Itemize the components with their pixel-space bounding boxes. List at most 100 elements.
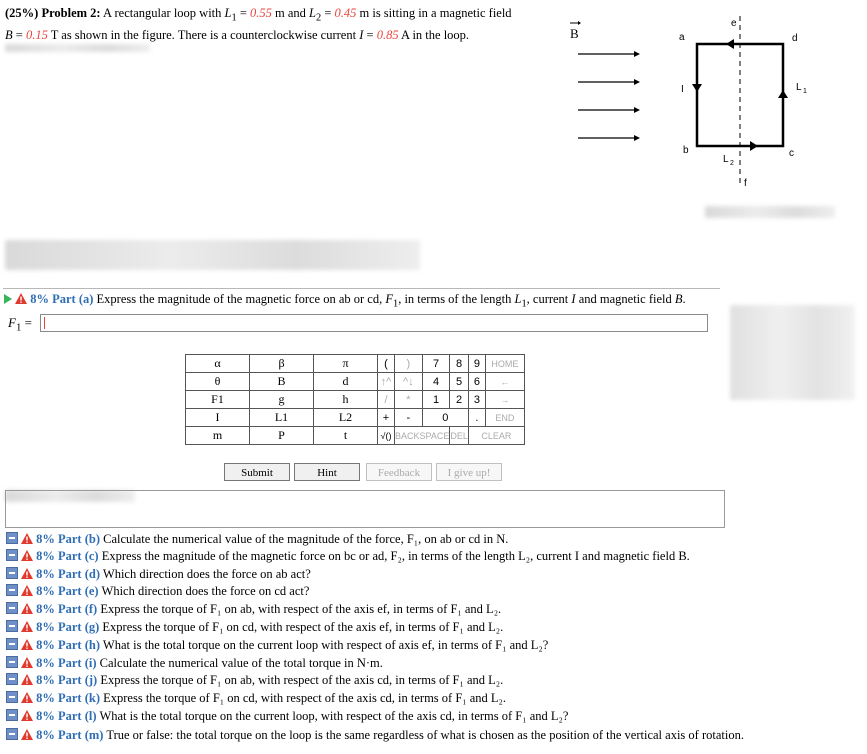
collapse-icon[interactable] (6, 691, 18, 703)
key-left-arrow[interactable]: ← (484, 372, 525, 391)
key-divide[interactable]: / (377, 390, 395, 409)
key-8[interactable]: 8 (449, 354, 469, 373)
warning-icon (21, 692, 33, 703)
collapse-icon[interactable] (6, 728, 18, 740)
key-home[interactable]: HOME (484, 354, 525, 373)
warning-icon (21, 585, 33, 596)
symbol-key[interactable]: t (313, 426, 378, 445)
symbol-key[interactable]: P (249, 426, 314, 445)
key-7[interactable]: 7 (421, 354, 451, 373)
symbol-key[interactable]: L2 (313, 408, 378, 427)
give-up-button[interactable]: I give up! (436, 463, 502, 481)
key-power[interactable]: ↑^ (377, 372, 395, 391)
problem-text: T as shown in the figure. There is a cou… (50, 27, 357, 42)
arrow-down (692, 84, 702, 92)
part-item[interactable]: 8% Part (b) Calculate the numerical valu… (6, 531, 508, 547)
key-dot[interactable]: . (467, 408, 486, 427)
symbol-key[interactable]: g (249, 390, 314, 409)
symbol-key[interactable]: L1 (249, 408, 314, 427)
part-text: True or false: the total torque on the l… (106, 728, 744, 742)
answer-label: F1 = (8, 315, 32, 334)
key-right-arrow[interactable]: → (484, 390, 525, 409)
feedback-button[interactable]: Feedback (366, 463, 432, 481)
key-backspace[interactable]: BACKSPACE (393, 426, 451, 445)
symbol-key[interactable]: β (249, 354, 314, 373)
part-item[interactable]: 8% Part (i) Calculate the numerical valu… (6, 655, 383, 671)
part-item[interactable]: 8% Part (j) Express the torque of F₁ on … (6, 672, 503, 688)
symbol-key[interactable]: B (249, 372, 314, 391)
hint-button[interactable]: Hint (294, 463, 360, 481)
L2-sub: 2 (315, 12, 322, 24)
key-5[interactable]: 5 (449, 372, 469, 391)
part-item[interactable]: 8% Part (k) Express the torque of F₁ on … (6, 690, 506, 706)
part-a-line[interactable]: 8% Part (a) Express the magnitude of the… (4, 291, 686, 313)
expand-triangle-icon[interactable] (4, 294, 12, 304)
answer-F-sub: 1 (15, 321, 22, 334)
symbol-key[interactable]: h (313, 390, 378, 409)
collapse-icon[interactable] (6, 620, 18, 632)
symbol-key[interactable]: α (185, 354, 250, 373)
key-minus[interactable]: - (394, 408, 423, 427)
part-item[interactable]: 8% Part (c) Express the magnitude of the… (6, 548, 690, 564)
part-a-text: . (682, 292, 686, 306)
answer-input[interactable] (40, 314, 708, 332)
part-item[interactable]: 8% Part (f) Express the torque of F₁ on … (6, 601, 501, 617)
collapse-icon[interactable] (6, 638, 18, 650)
key-open-paren[interactable]: ( (377, 354, 395, 373)
part-item[interactable]: 8% Part (e) Which direction does the for… (6, 583, 309, 599)
key-3[interactable]: 3 (467, 390, 486, 409)
submit-button[interactable]: Submit (224, 463, 290, 481)
key-close-paren[interactable]: ) (394, 354, 423, 373)
collapse-icon[interactable] (6, 567, 18, 579)
key-clear[interactable]: CLEAR (467, 426, 525, 445)
part-item[interactable]: 8% Part (h) What is the total torque on … (6, 637, 548, 653)
part-label: 8% Part (d) (36, 567, 100, 581)
collapse-icon[interactable] (6, 709, 18, 721)
symbol-key[interactable]: I (185, 408, 250, 427)
part-item[interactable]: 8% Part (l) What is the total torque on … (6, 708, 568, 724)
key-2[interactable]: 2 (449, 390, 469, 409)
key-9[interactable]: 9 (467, 354, 486, 373)
part-item[interactable]: 8% Part (m) True or false: the total tor… (6, 727, 744, 743)
collapse-icon[interactable] (6, 673, 18, 685)
warning-icon (21, 603, 33, 614)
part-a-text: Express the magnitude of the magnetic fo… (96, 292, 383, 306)
symbol-key[interactable]: F1 (185, 390, 250, 409)
collapse-icon[interactable] (6, 549, 18, 561)
key-plus[interactable]: + (377, 408, 395, 427)
key-0[interactable]: 0 (421, 408, 469, 427)
arrow-up (778, 90, 788, 98)
label-L2-sub: 2 (730, 160, 734, 167)
key-1[interactable]: 1 (421, 390, 451, 409)
key-6[interactable]: 6 (467, 372, 486, 391)
part-a-text: and magnetic field (578, 292, 672, 306)
current-loop (695, 42, 785, 148)
part-label: 8% Part (c) (36, 549, 99, 563)
symbol-key[interactable]: m (185, 426, 250, 445)
part-text: Express the torque of F₁ on ab, with res… (100, 673, 504, 687)
part-label: 8% Part (m) (36, 728, 104, 742)
key-del[interactable]: DEL (449, 426, 469, 445)
label-I: I (681, 84, 684, 95)
collapse-icon[interactable] (6, 602, 18, 614)
collapse-icon[interactable] (6, 584, 18, 596)
symbol-key[interactable]: d (313, 372, 378, 391)
key-4[interactable]: 4 (421, 372, 451, 391)
key-end[interactable]: END (484, 408, 525, 427)
symbol-palette: α β π θ B d F1 g h I L1 L2 m P t (185, 354, 378, 445)
part-item[interactable]: 8% Part (d) Which direction does the for… (6, 566, 311, 582)
B-vector-label: B (570, 26, 579, 41)
key-subscript[interactable]: ^↓ (394, 372, 423, 391)
arrow-left (726, 39, 734, 49)
L2-value: 0.45 (334, 6, 357, 20)
key-sqrt[interactable]: √() (377, 426, 395, 445)
collapse-icon[interactable] (6, 532, 18, 544)
key-multiply[interactable]: * (394, 390, 423, 409)
collapse-icon[interactable] (6, 656, 18, 668)
part-item[interactable]: 8% Part (g) Express the torque of F₁ on … (6, 619, 503, 635)
symbol-key[interactable]: π (313, 354, 378, 373)
L1-value: 0.55 (250, 6, 272, 20)
symbol-key[interactable]: θ (185, 372, 250, 391)
part-label: 8% Part (l) (36, 709, 97, 723)
feedback-panel (5, 490, 725, 528)
